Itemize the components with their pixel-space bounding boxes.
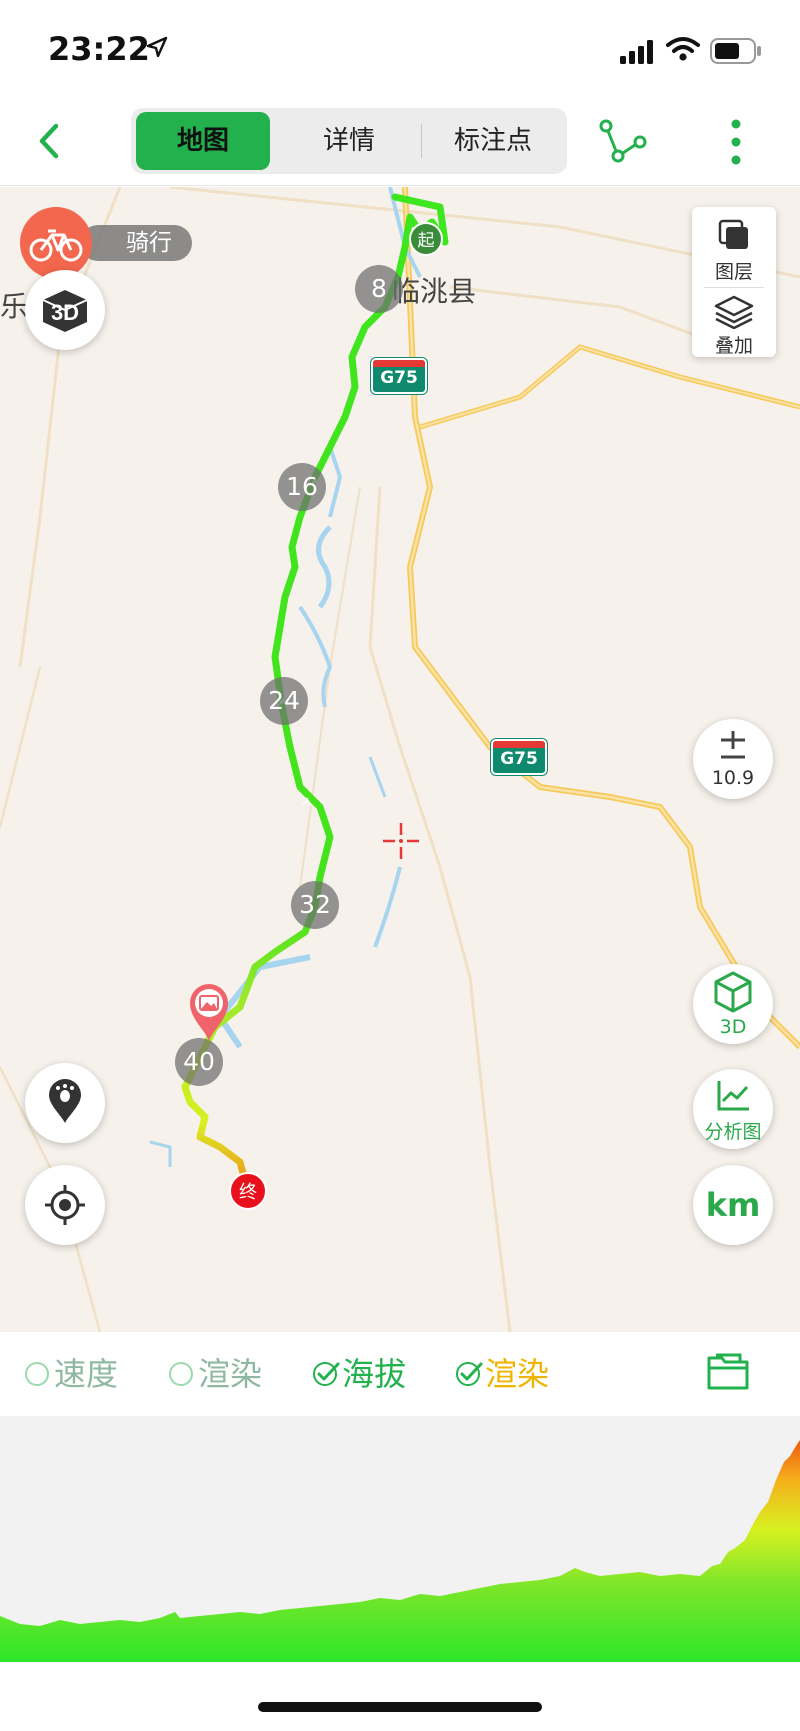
km-marker: 40 bbox=[175, 1038, 223, 1086]
view-3d-label: 3D bbox=[719, 1016, 747, 1038]
nav-bar: 地图 详情 标注点 bbox=[0, 100, 800, 186]
bicycle-icon bbox=[20, 207, 92, 279]
km-marker: 16 bbox=[278, 463, 326, 511]
toggle-speed-render[interactable]: 渲染 bbox=[168, 1352, 288, 1396]
toggle-altitude-render-label: 渲染 bbox=[485, 1355, 550, 1393]
segment-divider bbox=[421, 124, 422, 158]
cellular-signal-icon bbox=[620, 40, 653, 64]
elevation-area-svg bbox=[0, 1440, 800, 1662]
plus-minus-icon bbox=[721, 731, 745, 759]
analysis-chart-button[interactable]: 分析图 bbox=[693, 1069, 773, 1149]
wifi-icon bbox=[666, 37, 700, 61]
view-3d-button[interactable]: 3D bbox=[693, 964, 773, 1044]
chart-toggles-row: 速度 渲染 海拔 渲染 bbox=[0, 1332, 800, 1416]
zoom-level-button[interactable]: 10.9 bbox=[693, 719, 773, 799]
folder-icon[interactable] bbox=[706, 1352, 750, 1392]
layers-icon[interactable] bbox=[716, 217, 752, 253]
river bbox=[373, 866, 402, 948]
back-chevron-icon[interactable] bbox=[26, 116, 76, 166]
cube-icon bbox=[714, 971, 752, 1013]
tab-marked-points[interactable]: 标注点 bbox=[426, 112, 560, 170]
zoom-level-value: 10.9 bbox=[711, 767, 755, 789]
km-marker: 32 bbox=[291, 881, 339, 929]
footprint-button[interactable] bbox=[25, 1063, 105, 1143]
analysis-chart-label: 分析图 bbox=[704, 1121, 762, 1143]
tab-details[interactable]: 详情 bbox=[282, 112, 416, 170]
toggle-altitude-label: 海拔 bbox=[342, 1355, 407, 1393]
toggle-altitude-render[interactable]: 渲染 bbox=[455, 1352, 575, 1396]
location-arrow-icon bbox=[146, 36, 168, 58]
status-bar: 23:22 bbox=[0, 0, 800, 100]
county-label: 临洮县 bbox=[392, 275, 477, 308]
unchecked-circle-icon bbox=[25, 1362, 49, 1386]
river bbox=[328, 446, 343, 518]
distance-unit-button[interactable]: km bbox=[693, 1165, 773, 1245]
activity-mode-label: 骑行 bbox=[80, 225, 192, 261]
home-indicator bbox=[258, 1702, 542, 1712]
map-view[interactable]: 临洮县 乐 G75 G75 起 终 8 16 24 32 40 骑行 3D 图层… bbox=[0, 187, 800, 1332]
river bbox=[368, 756, 387, 798]
map-center-crosshair-icon bbox=[383, 823, 419, 859]
activity-mode-badge[interactable]: 骑行 bbox=[20, 207, 192, 279]
locate-target-icon bbox=[45, 1185, 85, 1225]
start-marker[interactable]: 起 bbox=[409, 222, 443, 256]
checked-circle-icon bbox=[456, 1362, 483, 1386]
route-nodes-icon[interactable] bbox=[596, 116, 648, 168]
river bbox=[316, 525, 332, 609]
layers-label[interactable]: 图层 bbox=[692, 257, 776, 284]
photo-pin-icon[interactable] bbox=[186, 981, 232, 1043]
provincial-road bbox=[419, 345, 800, 428]
checked-circle-icon bbox=[313, 1362, 340, 1386]
elevation-chart[interactable] bbox=[0, 1416, 800, 1662]
river bbox=[216, 954, 311, 1049]
provincial-road bbox=[419, 344, 800, 430]
status-time: 23:22 bbox=[48, 30, 150, 68]
map-pin-icon bbox=[49, 1079, 81, 1123]
overlay-stack-icon[interactable] bbox=[714, 295, 754, 329]
km-marker: 24 bbox=[260, 677, 308, 725]
overlay-label[interactable]: 叠加 bbox=[692, 331, 776, 358]
river bbox=[149, 1140, 172, 1167]
layer-panel: 图层 叠加 bbox=[692, 207, 776, 357]
svg-text:3D: 3D bbox=[51, 300, 79, 325]
elevation-area bbox=[0, 1440, 800, 1662]
toggle-speed-render-label: 渲染 bbox=[198, 1355, 263, 1393]
minor-road bbox=[0, 666, 42, 828]
highway-shield: G75 bbox=[371, 358, 427, 394]
terrain-3d-button[interactable]: 3D bbox=[25, 270, 105, 350]
minor-road bbox=[368, 486, 512, 1332]
toggle-speed[interactable]: 速度 bbox=[24, 1352, 144, 1396]
battery-icon bbox=[710, 38, 761, 64]
toggle-speed-label: 速度 bbox=[54, 1355, 119, 1393]
distance-unit-label: km bbox=[705, 1186, 761, 1224]
tab-map[interactable]: 地图 bbox=[136, 112, 270, 170]
locate-me-button[interactable] bbox=[25, 1165, 105, 1245]
more-options-icon[interactable] bbox=[718, 114, 754, 170]
line-chart-icon bbox=[717, 1081, 749, 1111]
unchecked-circle-icon bbox=[169, 1362, 193, 1386]
view-segmented-control: 地图 详情 标注点 bbox=[131, 108, 567, 174]
partial-place-label: 乐 bbox=[0, 290, 29, 323]
km-marker: 8 bbox=[355, 265, 403, 313]
end-marker[interactable]: 终 bbox=[229, 1172, 267, 1210]
minor-road bbox=[449, 285, 701, 339]
highway-shield: G75 bbox=[491, 739, 547, 775]
3d-box-icon: 3D bbox=[42, 290, 88, 332]
toggle-altitude[interactable]: 海拔 bbox=[312, 1352, 432, 1396]
